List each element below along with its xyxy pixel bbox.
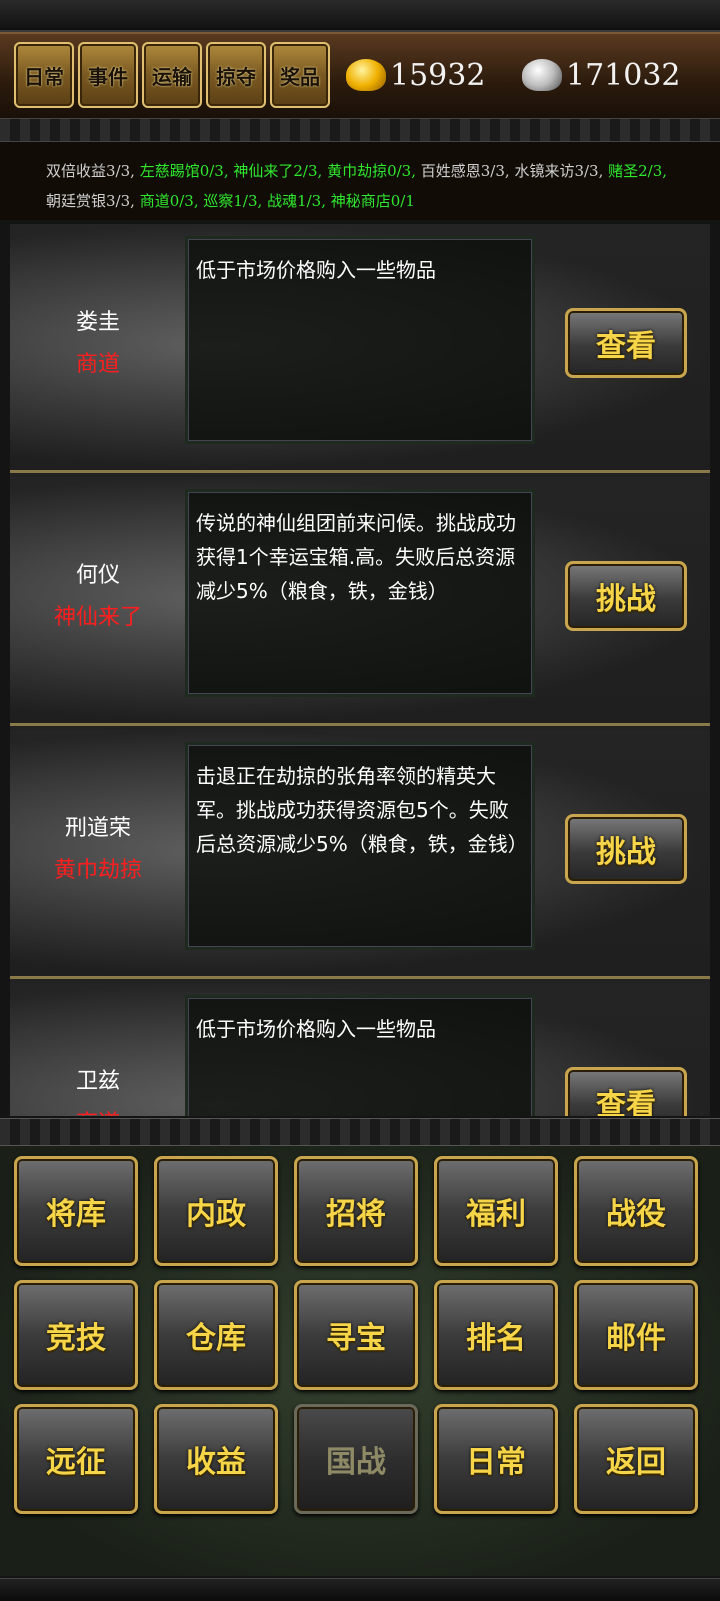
event-card: 何仪 神仙来了 传说的神仙组团前来问候。挑战成功获得1个幸运宝箱.高。失败后总资… (10, 477, 710, 726)
event-type: 神仙来了 (53, 605, 142, 630)
status-item: 神秘商店0/1 (325, 192, 415, 210)
npc-name: 娄圭 (75, 310, 120, 335)
menu-arena-button[interactable]: 竞技 (14, 1280, 138, 1390)
menu-ranking-button[interactable]: 排名 (434, 1280, 558, 1390)
event-description: 低于市场价格购入一些物品 (185, 236, 535, 444)
menu-welfare-button[interactable]: 福利 (434, 1156, 558, 1266)
status-item: 双倍收益3/3, (46, 162, 135, 180)
tab-events[interactable]: 事件 (78, 42, 138, 108)
event-description: 传说的神仙组团前来问候。挑战成功获得1个幸运宝箱.高。失败后总资源减少5%（粮食… (185, 489, 535, 697)
event-card: 娄圭 商道 低于市场价格购入一些物品 查看 (10, 224, 710, 473)
status-item: 神仙来了2/3, (228, 162, 323, 180)
status-item: 百姓感恩3/3, (415, 162, 510, 180)
menu-border (0, 1118, 720, 1146)
event-type: 黄巾劫掠 (53, 858, 142, 883)
bottom-strip (0, 1578, 720, 1601)
tab-plunder[interactable]: 掠夺 (206, 42, 266, 108)
status-item: 黄巾劫掠0/3, (322, 162, 416, 180)
menu-treasure-hunt-button[interactable]: 寻宝 (294, 1280, 418, 1390)
header-bar: 日常 事件 运输 掠夺 奖品 15932 171032 (0, 32, 720, 120)
tab-transport[interactable]: 运输 (142, 42, 202, 108)
menu-back-button[interactable]: 返回 (574, 1404, 698, 1514)
status-item: 水镜来访3/3, (509, 162, 604, 180)
view-button[interactable]: 查看 (565, 308, 687, 378)
menu-daily-button[interactable]: 日常 (434, 1404, 558, 1514)
npc-name: 刑道荣 (64, 816, 131, 841)
npc-name: 卫兹 (75, 1069, 120, 1094)
main-menu: 将库 内政 招将 福利 战役 竞技 仓库 寻宝 排名 邮件 远征 收益 国战 日… (0, 1146, 720, 1576)
view-button[interactable]: 查看 (565, 1067, 687, 1116)
status-item: 战魂1/3, (262, 192, 326, 210)
gold-ingot-icon (346, 59, 386, 91)
status-item: 商道0/3, (134, 192, 199, 210)
menu-warehouse-button[interactable]: 仓库 (154, 1280, 278, 1390)
status-item: 朝廷赏银3/3, (46, 192, 135, 210)
tab-prizes[interactable]: 奖品 (270, 42, 330, 108)
menu-income-button[interactable]: 收益 (154, 1404, 278, 1514)
menu-internal-affairs-button[interactable]: 内政 (154, 1156, 278, 1266)
menu-national-war-button[interactable]: 国战 (294, 1404, 418, 1514)
menu-expedition-button[interactable]: 远征 (14, 1404, 138, 1514)
silver-amount: 171032 (566, 57, 681, 93)
event-list[interactable]: 娄圭 商道 低于市场价格购入一些物品 查看 何仪 神仙来了 传说的神仙组团前来问… (10, 224, 710, 1116)
event-description: 低于市场价格购入一些物品 (185, 995, 535, 1116)
menu-generals-button[interactable]: 将库 (14, 1156, 138, 1266)
event-description: 击退正在劫掠的张角率领的精英大军。挑战成功获得资源包5个。失败后总资源减少5%（… (185, 742, 535, 950)
daily-event-status: 双倍收益3/3, 左慈踢馆0/3, 神仙来了2/3, 黄巾劫掠0/3, 百姓感恩… (0, 142, 720, 220)
menu-campaign-button[interactable]: 战役 (574, 1156, 698, 1266)
event-type: 商道 (75, 352, 120, 377)
tab-daily[interactable]: 日常 (14, 42, 74, 108)
event-card: 刑道荣 黄巾劫掠 击退正在劫掠的张角率领的精英大军。挑战成功获得资源包5个。失败… (10, 730, 710, 979)
challenge-button[interactable]: 挑战 (565, 561, 687, 631)
event-type: 商道 (10, 1105, 186, 1116)
gold-amount: 15932 (390, 57, 486, 93)
header-border (0, 118, 720, 142)
event-card: 卫兹 商道 低于市场价格购入一些物品 查看 (10, 983, 710, 1116)
npc-name: 何仪 (75, 563, 120, 588)
silver-ingot-icon (522, 59, 562, 91)
gold-counter: 15932 (346, 52, 485, 98)
menu-recruit-button[interactable]: 招将 (294, 1156, 418, 1266)
status-item: 左慈踢馆0/3, (134, 162, 229, 180)
status-item: 巡察1/3, (198, 192, 263, 210)
status-item: 赌圣2/3, (603, 162, 668, 180)
silver-counter: 171032 (522, 52, 681, 98)
menu-mail-button[interactable]: 邮件 (574, 1280, 698, 1390)
top-strip (0, 0, 720, 32)
challenge-button[interactable]: 挑战 (565, 814, 687, 884)
